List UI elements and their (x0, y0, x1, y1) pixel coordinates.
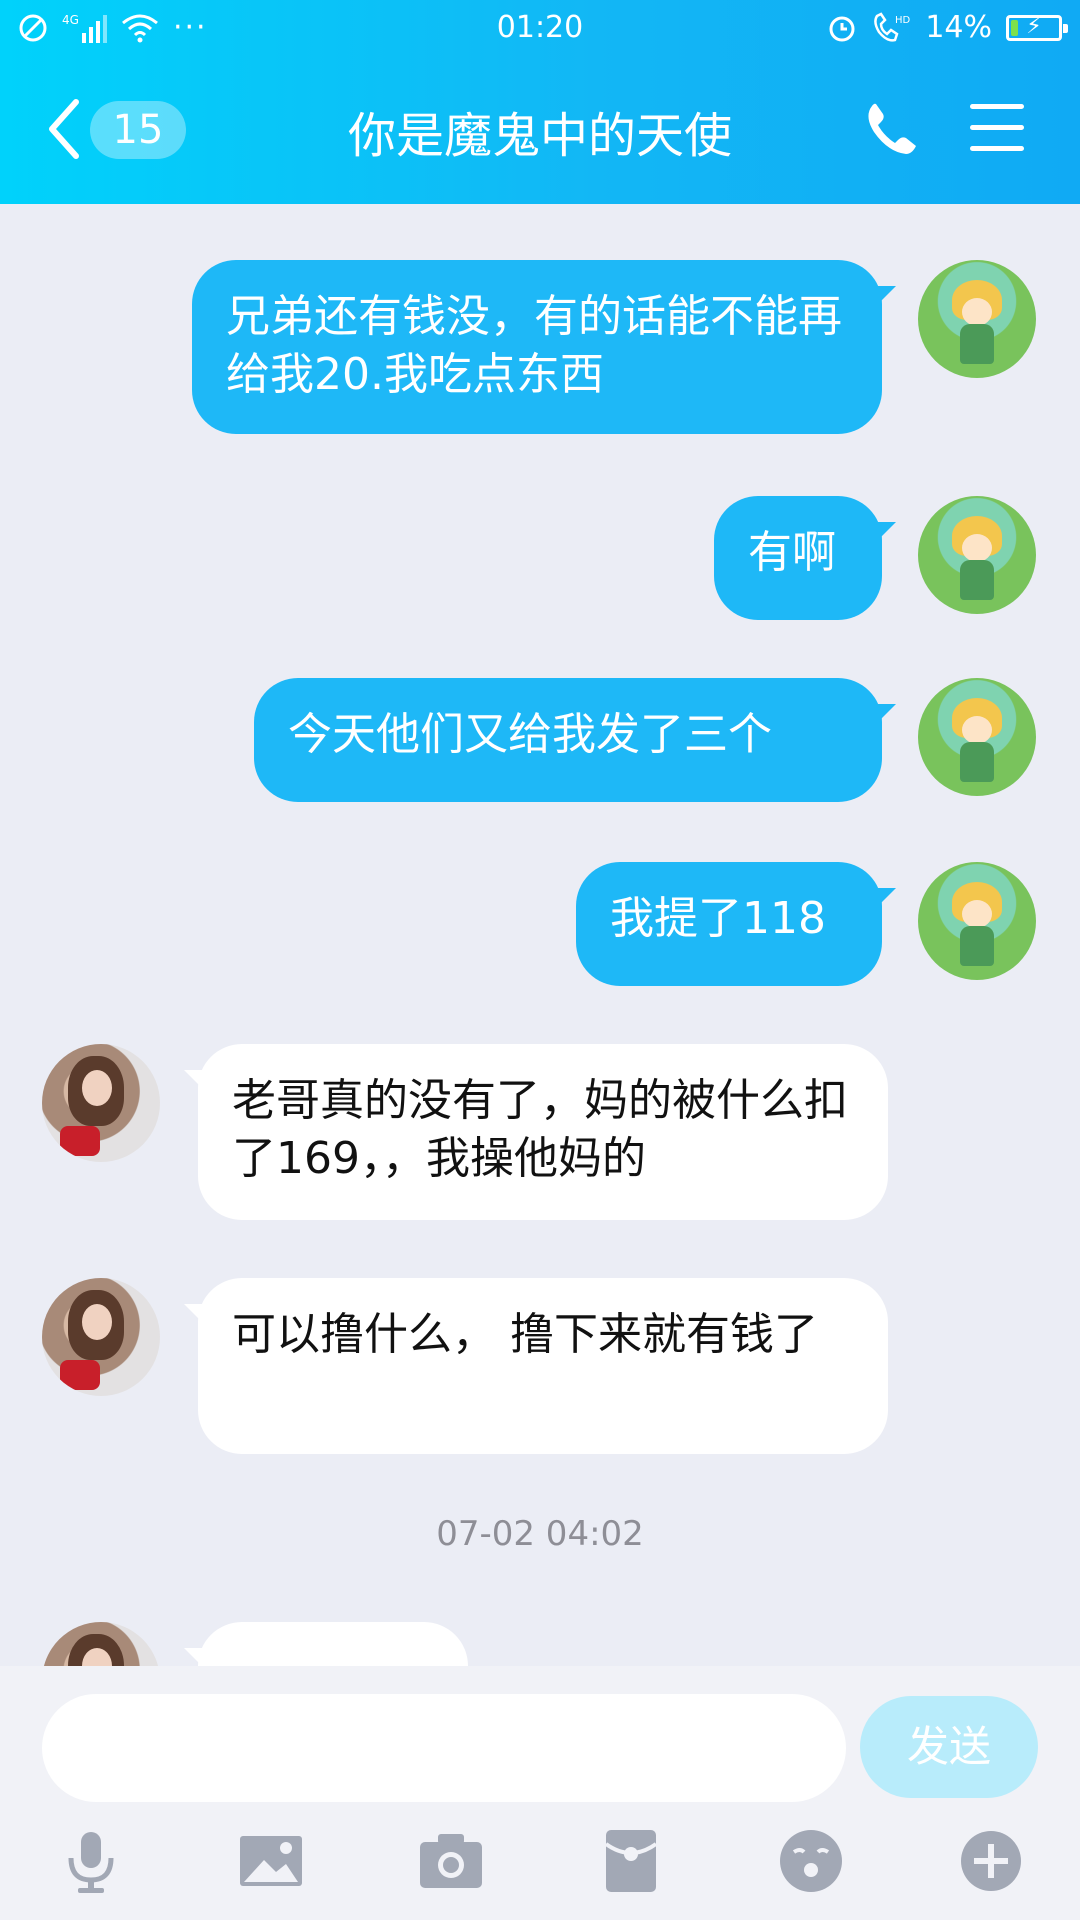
message-text: 兄弟还有钱没，有的话能不能再给我20.我吃点东西 (226, 291, 842, 400)
contact-avatar[interactable] (42, 1622, 160, 1666)
message-input[interactable] (42, 1694, 846, 1802)
camera-icon[interactable] (414, 1824, 488, 1898)
message-text: 老哥真的没有了，妈的被什么扣了169，，我操他妈的 (232, 1075, 848, 1184)
chat-header: 4G ··· 01:20 HD 14% ⚡ 15 你是魔鬼中的天使 (0, 0, 1080, 204)
composer-bar: 发送 (0, 1666, 1080, 1920)
svg-text:HD: HD (895, 15, 911, 26)
my-avatar[interactable] (918, 678, 1036, 796)
contact-avatar[interactable] (42, 1044, 160, 1162)
message-bubble[interactable]: 今天他们又给我发了三个 (254, 678, 896, 802)
my-avatar[interactable] (918, 260, 1036, 378)
composer-toolbar (0, 1824, 1080, 1904)
my-avatar[interactable] (918, 862, 1036, 980)
voice-icon[interactable] (54, 1824, 128, 1898)
message-text: 我提了118 (610, 893, 826, 944)
message-text: 可以撸什么， 撸下来就有钱了 (232, 1309, 818, 1360)
message-bubble[interactable]: 可以撸什么， 撸下来就有钱了 (184, 1278, 888, 1454)
message-bubble[interactable]: 有啊 (714, 496, 896, 620)
battery-percent: 14% (925, 10, 992, 45)
message-bubble[interactable]: 兄弟还有钱没，有的话能不能再给我20.我吃点东西 (192, 260, 896, 434)
battery-icon: ⚡ (1006, 14, 1068, 41)
hd-call-icon: HD (874, 11, 911, 42)
message-text: 今天他们又给我发了三个 (288, 709, 772, 760)
plus-icon[interactable] (954, 1824, 1028, 1898)
contact-avatar[interactable] (42, 1278, 160, 1396)
phone-call-icon[interactable] (862, 100, 920, 158)
my-avatar[interactable] (918, 496, 1036, 614)
photo-icon[interactable] (234, 1824, 308, 1898)
message-bubble[interactable]: 我提了118 (576, 862, 896, 986)
status-bar: 4G ··· 01:20 HD 14% ⚡ (0, 0, 1080, 56)
nav-bar: 15 你是魔鬼中的天使 (0, 56, 1080, 204)
send-button[interactable]: 发送 (860, 1696, 1038, 1798)
red-packet-icon[interactable] (594, 1824, 668, 1898)
message-text: 有啊 (748, 527, 836, 578)
message-list[interactable]: 兄弟还有钱没，有的话能不能再给我20.我吃点东西 有啊 今天他们又给我发了三个 … (0, 204, 1080, 1666)
message-timestamp: 07-02 04:02 (436, 1514, 644, 1554)
menu-icon[interactable] (970, 104, 1024, 152)
message-bubble[interactable]: 老哥真的没有了，妈的被什么扣了169，，我操他妈的 (184, 1044, 888, 1220)
alarm-icon (829, 16, 855, 41)
emoji-icon[interactable] (774, 1824, 848, 1898)
message-bubble-partial[interactable] (184, 1622, 468, 1666)
